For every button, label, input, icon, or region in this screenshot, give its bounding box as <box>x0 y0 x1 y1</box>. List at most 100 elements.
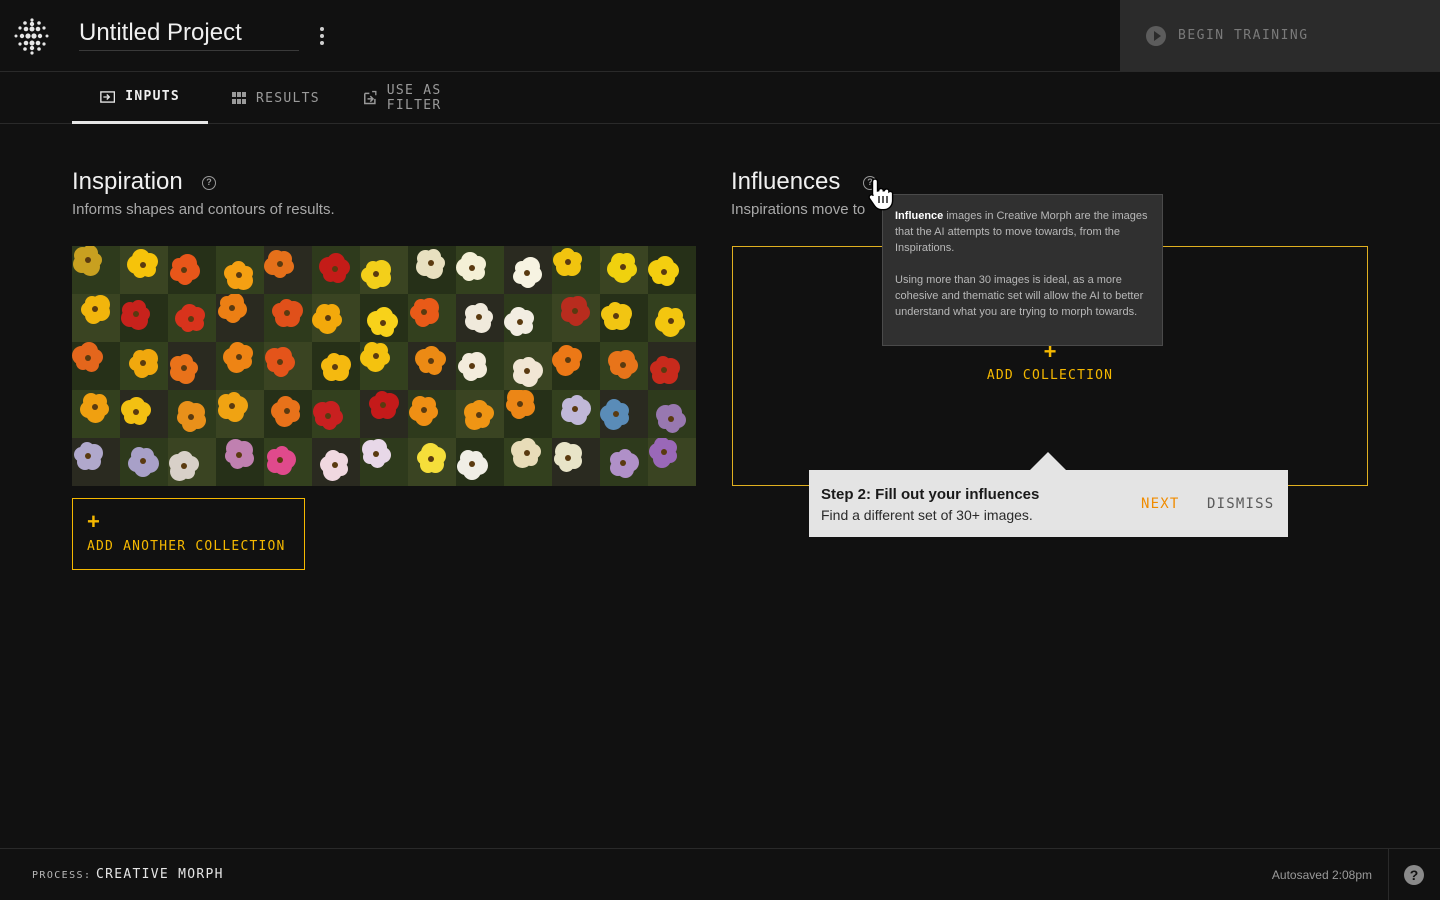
inspiration-thumbnail[interactable] <box>456 438 504 486</box>
inspiration-thumbnail[interactable] <box>312 246 360 294</box>
begin-training-button[interactable]: BEGIN TRAINING <box>1120 0 1440 71</box>
inspiration-thumbnail[interactable] <box>456 246 504 294</box>
inspiration-thumbnail[interactable] <box>504 438 552 486</box>
tab-use-as-filter-label: USE AS FILTER <box>386 83 442 113</box>
footer-divider <box>1388 849 1389 900</box>
inspiration-thumbnail[interactable] <box>312 438 360 486</box>
inspiration-thumbnail[interactable] <box>456 294 504 342</box>
inspiration-thumbnail[interactable] <box>360 390 408 438</box>
tour-next-button[interactable]: NEXT <box>1141 496 1180 512</box>
inspiration-thumbnail[interactable] <box>456 342 504 390</box>
tab-use-as-filter[interactable]: USE AS FILTER <box>334 72 524 124</box>
more-options-icon[interactable] <box>312 24 332 48</box>
tab-bar: INPUTS RESULTS USE AS FILTER <box>0 72 1440 124</box>
inspiration-thumbnail[interactable] <box>504 294 552 342</box>
inspiration-thumbnail[interactable] <box>264 342 312 390</box>
begin-training-label: BEGIN TRAINING <box>1178 28 1309 43</box>
process-key-label: PROCESS: <box>32 870 92 881</box>
inspiration-thumbnail[interactable] <box>216 342 264 390</box>
tab-inputs[interactable]: INPUTS <box>72 72 208 124</box>
inspiration-thumbnail[interactable] <box>120 246 168 294</box>
inspiration-title: Inspiration <box>72 168 183 195</box>
inspiration-thumbnail[interactable] <box>360 246 408 294</box>
input-icon <box>100 90 116 103</box>
inspiration-thumbnail[interactable] <box>264 390 312 438</box>
inspiration-thumbnail[interactable] <box>360 294 408 342</box>
help-icon[interactable]: ? <box>1404 865 1424 885</box>
add-collection-label: ADD COLLECTION <box>986 368 1114 383</box>
inspiration-thumbnail[interactable] <box>120 294 168 342</box>
inspiration-thumbnail[interactable] <box>168 438 216 486</box>
inspiration-help-icon[interactable]: ? <box>202 176 216 190</box>
inspiration-thumbnail[interactable] <box>120 438 168 486</box>
inspiration-thumbnail[interactable] <box>408 342 456 390</box>
inspiration-thumbnail[interactable] <box>72 342 120 390</box>
add-another-collection-label: ADD ANOTHER COLLECTION <box>87 539 286 554</box>
grid-icon <box>232 92 246 104</box>
inspiration-thumbnail[interactable] <box>648 438 696 486</box>
hand-pointer-cursor-icon <box>868 178 894 211</box>
influences-title: Influences <box>731 168 841 195</box>
inspiration-thumbnail[interactable] <box>216 390 264 438</box>
inspiration-thumbnail[interactable] <box>600 342 648 390</box>
inspiration-thumbnail[interactable] <box>552 438 600 486</box>
inspiration-thumbnail[interactable] <box>600 390 648 438</box>
inspiration-thumbnail[interactable] <box>552 246 600 294</box>
inspiration-thumbnail[interactable] <box>168 246 216 294</box>
inspiration-thumbnail[interactable] <box>312 390 360 438</box>
tab-results[interactable]: RESULTS <box>204 72 350 124</box>
inspiration-thumbnail[interactable] <box>216 246 264 294</box>
inspiration-thumbnail[interactable] <box>120 342 168 390</box>
inspiration-thumbnail[interactable] <box>408 390 456 438</box>
inspiration-thumbnail[interactable] <box>168 390 216 438</box>
inspiration-thumbnail[interactable] <box>600 438 648 486</box>
tour-dismiss-button[interactable]: DISMISS <box>1207 496 1274 512</box>
inspiration-thumbnail[interactable] <box>120 390 168 438</box>
inspiration-thumbnail[interactable] <box>168 342 216 390</box>
inspiration-thumbnail[interactable] <box>648 342 696 390</box>
inspiration-thumbnail[interactable] <box>456 390 504 438</box>
add-another-collection-button[interactable]: + ADD ANOTHER COLLECTION <box>72 498 305 570</box>
autosave-status: Autosaved 2:08pm <box>1271 868 1372 882</box>
inspiration-thumbnail[interactable] <box>360 438 408 486</box>
plus-icon: + <box>87 509 100 534</box>
inspiration-thumbnail[interactable] <box>264 246 312 294</box>
inspiration-thumbnail[interactable] <box>552 342 600 390</box>
inspiration-thumbnail[interactable] <box>408 294 456 342</box>
tour-title: Step 2: Fill out your influences <box>821 486 1040 503</box>
inspiration-thumbnail[interactable] <box>72 294 120 342</box>
inspiration-thumbnail[interactable] <box>648 390 696 438</box>
onboarding-tour-popup: Step 2: Fill out your influences Find a … <box>809 452 1288 537</box>
project-title-field[interactable]: Untitled Project <box>79 17 299 51</box>
inspiration-thumbnail[interactable] <box>72 246 120 294</box>
influences-subtitle: Inspirations move to <box>731 201 866 218</box>
inspiration-subtitle: Informs shapes and contours of results. <box>72 201 335 218</box>
inspiration-thumbnail[interactable] <box>504 342 552 390</box>
inspiration-thumbnail[interactable] <box>408 246 456 294</box>
inspiration-thumbnail[interactable] <box>216 438 264 486</box>
inspiration-thumbnail[interactable] <box>312 342 360 390</box>
inspiration-thumbnail[interactable] <box>600 294 648 342</box>
inspiration-thumbnail[interactable] <box>72 390 120 438</box>
inspiration-thumbnail[interactable] <box>312 294 360 342</box>
inspiration-thumbnail[interactable] <box>168 294 216 342</box>
inspiration-thumbnail[interactable] <box>648 246 696 294</box>
process-value[interactable]: CREATIVE MORPH <box>96 867 224 882</box>
footer-bar: PROCESS: CREATIVE MORPH Autosaved 2:08pm… <box>0 848 1440 900</box>
tab-inputs-label: INPUTS <box>125 89 180 104</box>
inspiration-thumbnail[interactable] <box>264 294 312 342</box>
inspiration-thumbnail[interactable] <box>600 246 648 294</box>
inspiration-thumbnail[interactable] <box>72 438 120 486</box>
inspiration-thumbnail[interactable] <box>504 390 552 438</box>
inspiration-thumbnail[interactable] <box>216 294 264 342</box>
inspiration-thumbnail[interactable] <box>552 294 600 342</box>
inspiration-thumbnail[interactable] <box>552 390 600 438</box>
inspiration-thumbnail[interactable] <box>648 294 696 342</box>
inspiration-thumbnail[interactable] <box>360 342 408 390</box>
inspiration-thumbnail[interactable] <box>504 246 552 294</box>
tooltip-paragraph-2: Using more than 30 images is ideal, as a… <box>895 274 1144 318</box>
inspiration-thumbnail[interactable] <box>408 438 456 486</box>
add-collection-button[interactable]: + ADD COLLECTION <box>975 341 1125 388</box>
app-logo-icon[interactable] <box>12 16 52 56</box>
inspiration-thumbnail[interactable] <box>264 438 312 486</box>
